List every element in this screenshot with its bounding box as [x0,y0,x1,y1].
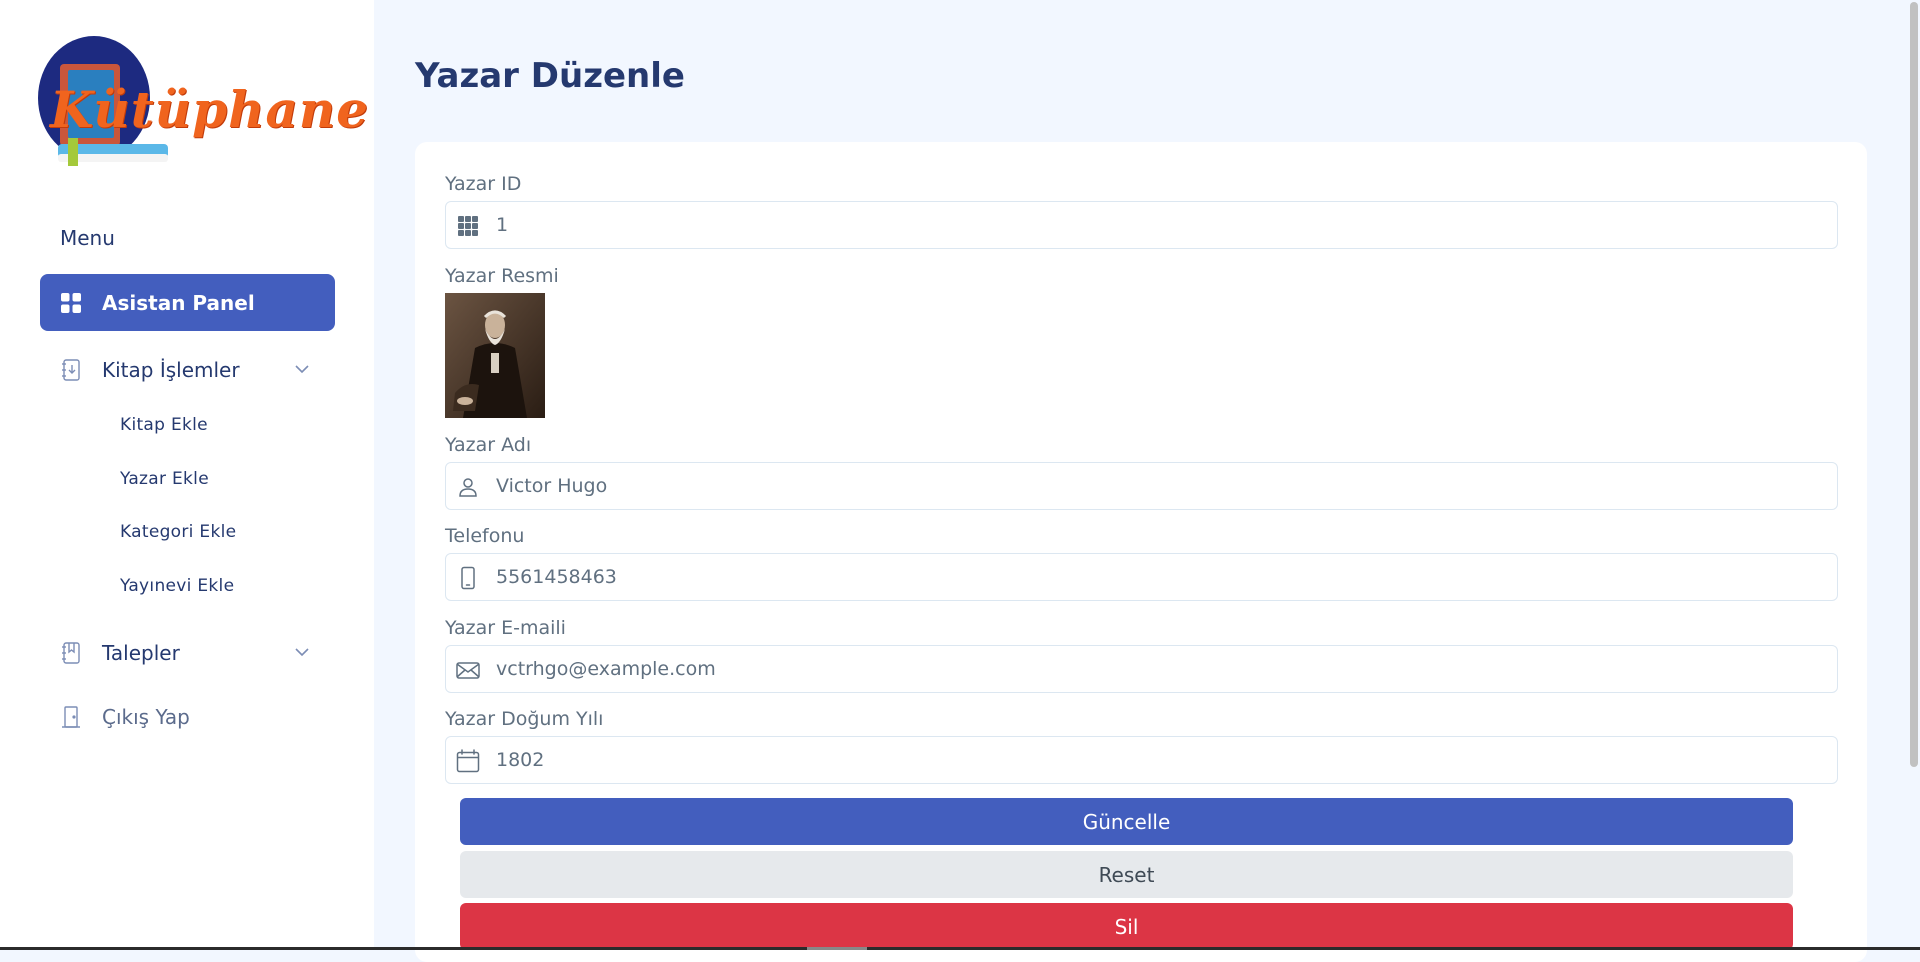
birth-year-field [445,736,1838,784]
sidebar: Kütüphane Menu Asistan Panel Kitap İş [0,0,374,950]
page-title: Yazar Düzenle [415,56,685,96]
journal-arrow-down-icon [60,359,82,381]
sidebar-item-label: Çıkış Yap [102,705,190,729]
delete-button[interactable]: Sil [460,903,1793,950]
person-icon [456,475,480,499]
logo-text: Kütüphane [50,80,369,139]
submenu-item-yazar-ekle[interactable]: Yazar Ekle [120,469,209,489]
sidebar-item-cikis-yap[interactable]: Çıkış Yap [40,688,335,745]
door-icon [60,706,82,728]
grid-3x3-icon [456,214,480,238]
library-logo[interactable]: Kütüphane [38,36,290,168]
sidebar-item-label: Asistan Panel [102,291,255,315]
envelope-icon [456,658,480,682]
sidebar-item-talepler[interactable]: Talepler [40,624,335,681]
sidebar-item-label: Talepler [102,641,180,665]
phone-input[interactable] [496,554,1826,600]
phone-icon [456,566,480,590]
author-photo-label: Yazar Resmi [445,265,559,287]
scrollbar-thumb[interactable] [1910,2,1918,767]
submenu-item-yayinevi-ekle[interactable]: Yayınevi Ekle [120,576,234,596]
update-button[interactable]: Güncelle [460,798,1793,845]
author-id-label: Yazar ID [445,173,521,195]
email-input[interactable] [496,646,1826,692]
sidebar-item-asistan-panel[interactable]: Asistan Panel [40,274,335,331]
vertical-scrollbar[interactable] [1908,0,1920,950]
chevron-down-icon[interactable] [293,643,311,661]
birth-year-label: Yazar Doğum Yılı [445,708,603,730]
grid-icon [60,292,82,314]
phone-label: Telefonu [445,525,524,547]
chevron-down-icon[interactable] [293,360,311,378]
author-name-field [445,462,1838,510]
author-id-field [445,201,1838,249]
author-photo [445,293,545,418]
menu-title: Menu [60,226,115,250]
reset-button[interactable]: Reset [460,851,1793,898]
journal-bookmark-icon [60,642,82,664]
email-field [445,645,1838,693]
author-name-label: Yazar Adı [445,434,531,456]
calendar-icon [456,749,480,773]
submenu-item-kategori-ekle[interactable]: Kategori Ekle [120,522,236,542]
author-portrait-image [445,293,545,418]
author-name-input[interactable] [496,463,1826,509]
author-id-input[interactable] [496,202,1826,248]
email-label: Yazar E-maili [445,617,566,639]
sidebar-item-label: Kitap İşlemler [102,358,240,382]
phone-field [445,553,1838,601]
sidebar-item-kitap-islemler[interactable]: Kitap İşlemler [40,341,335,398]
birth-year-input[interactable] [496,737,1826,783]
submenu-item-kitap-ekle[interactable]: Kitap Ekle [120,415,208,435]
